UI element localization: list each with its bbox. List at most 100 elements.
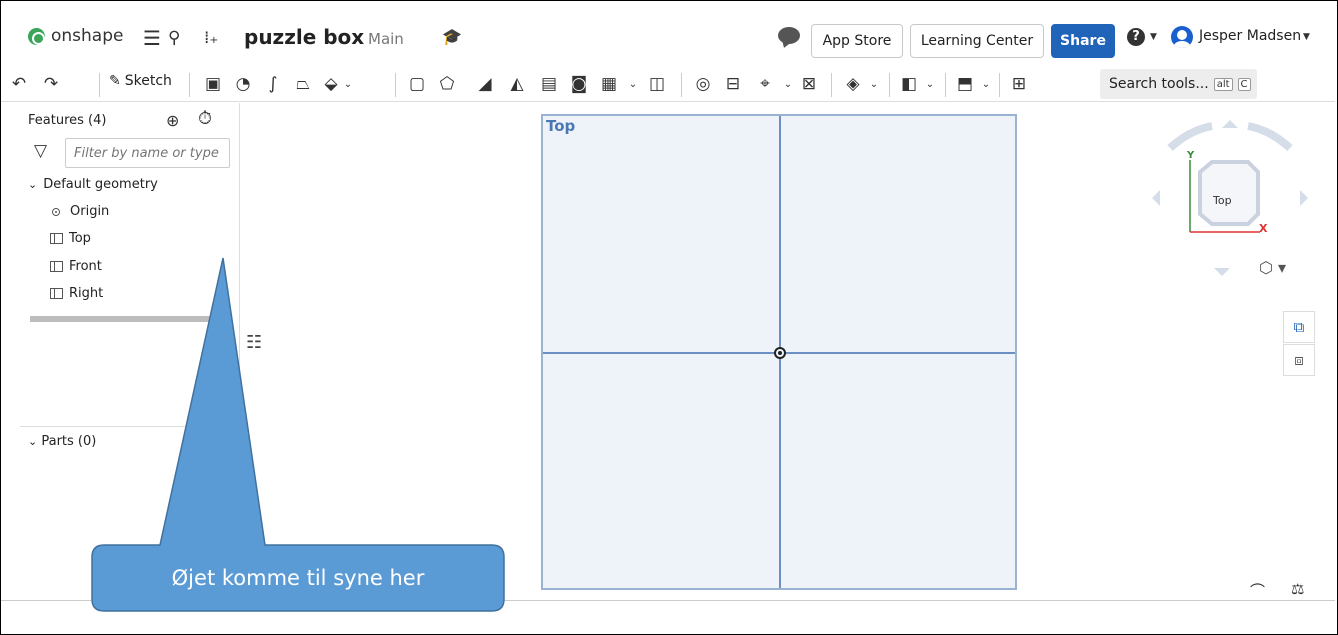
tree-item-label: Top	[69, 231, 91, 246]
default-geometry-label: Default geometry	[43, 177, 158, 192]
feature-list-panel: Features (4) ⊕ ⏱ ▽ ⌄ Default geometry Or…	[20, 103, 240, 598]
view-cube[interactable]: Top Y X	[1140, 110, 1320, 290]
feature-toolbar: ↶ ↷ ✎ Sketch ▣ ◔ ∫ ⏢ ⬙ ⌄ ▢ ⬠ ◢ ◭ ▤ ◙ ▦ ⌄…	[1, 66, 1335, 102]
mass-properties-icon[interactable]: ⚖	[1291, 580, 1304, 598]
measure-icon[interactable]: ⌒	[1250, 580, 1265, 601]
chevron-down-icon[interactable]: ⌄	[867, 71, 881, 97]
modify-fillet-icon[interactable]: ◈	[841, 71, 865, 97]
draft-icon[interactable]: ◢	[473, 71, 497, 97]
features-title: Features (4)	[28, 113, 107, 128]
default-geometry-group[interactable]: ⌄ Default geometry	[28, 177, 158, 192]
rib-icon[interactable]: ◭	[505, 71, 529, 97]
fillet-icon[interactable]: ▢	[405, 71, 429, 97]
chevron-down-icon[interactable]: ⌄	[28, 178, 37, 191]
chevron-down-icon[interactable]: ⌄	[923, 71, 937, 97]
sketch-label: Sketch	[124, 73, 172, 89]
chevron-down-icon: ⌄	[28, 435, 38, 448]
chamfer-icon[interactable]: ⬠	[435, 71, 459, 97]
tree-item-front[interactable]: Front	[50, 259, 102, 274]
app-store-button[interactable]: App Store	[811, 24, 903, 58]
filter-icon[interactable]: ▽	[34, 141, 47, 161]
toolbar-divider	[889, 73, 890, 97]
feature-list-icon[interactable]: ⚲	[168, 26, 180, 50]
toolbar-divider	[999, 73, 1000, 97]
help-icon[interactable]: ?	[1127, 28, 1145, 46]
document-branch[interactable]: Main	[368, 30, 404, 48]
loft-icon[interactable]: ⏢	[291, 71, 315, 97]
display-mode-icon[interactable]: ⧉	[1283, 311, 1315, 343]
transform-icon[interactable]: ⌖	[753, 71, 777, 97]
top-header: onshape ☰ ⚲ ⁞₊ puzzle box Main 🎓 App Sto…	[1, 18, 1335, 64]
parts-title: Parts (0)	[41, 434, 97, 449]
search-tools-button[interactable]: Search tools... alt C	[1100, 69, 1257, 99]
view-cube-face-label: Top	[1213, 194, 1232, 207]
search-tools-label: Search tools...	[1109, 76, 1209, 92]
plane-icon	[50, 233, 63, 244]
share-button[interactable]: Share	[1051, 24, 1115, 58]
toolbar-divider	[831, 73, 832, 97]
redo-icon[interactable]: ↷	[41, 71, 61, 97]
undo-icon[interactable]: ↶	[9, 71, 29, 97]
toolbar-divider	[681, 73, 682, 97]
y-axis-label: Y	[1187, 150, 1195, 161]
mirror-icon[interactable]: ◫	[645, 71, 669, 97]
learning-icon[interactable]: 🎓	[442, 27, 462, 46]
plane-icon	[50, 261, 63, 272]
view-options-cube-icon[interactable]: ⬡ ▾	[1259, 258, 1286, 277]
user-menu-chevron-icon[interactable]: ▼	[1303, 32, 1310, 42]
logo-text: onshape	[51, 26, 124, 46]
extrude-icon[interactable]: ▣	[201, 71, 225, 97]
tree-item-label: Origin	[70, 204, 110, 219]
origin-icon	[52, 207, 60, 216]
hamburger-menu-icon[interactable]: ☰	[143, 26, 161, 50]
shortcut-key: C	[1237, 77, 1251, 91]
panel-resize-handle[interactable]	[30, 316, 230, 322]
section-view-icon[interactable]: ⧈	[1283, 344, 1315, 376]
sketch-button[interactable]: ✎ Sketch	[109, 73, 172, 89]
hole-icon[interactable]: ◙	[567, 71, 591, 97]
add-folder-icon[interactable]: ⊕	[166, 111, 179, 130]
filter-input[interactable]	[65, 138, 230, 168]
tree-item-label: Right	[69, 286, 104, 301]
toolbar-divider	[945, 73, 946, 97]
tree-item-label: Front	[69, 259, 102, 274]
onshape-logo-icon	[28, 27, 45, 45]
chevron-down-icon[interactable]: ▼	[1150, 32, 1157, 42]
thicken-icon[interactable]: ⬙	[319, 71, 343, 97]
comments-icon[interactable]	[778, 27, 800, 44]
parts-divider	[20, 426, 240, 427]
chevron-down-icon[interactable]: ⌄	[626, 71, 640, 97]
shortcut-alt: alt	[1213, 77, 1233, 91]
plane-label: Top	[546, 117, 576, 135]
chevron-down-icon[interactable]: ⌄	[781, 71, 795, 97]
plane-tool-icon[interactable]: ◧	[897, 71, 921, 97]
rollback-timer-icon[interactable]: ⏱	[198, 108, 212, 129]
chevron-down-icon[interactable]: ⌄	[341, 71, 355, 97]
revolve-icon[interactable]: ◔	[231, 71, 255, 97]
tree-item-origin[interactable]: Origin	[50, 204, 109, 219]
user-name[interactable]: Jesper Madsen	[1199, 28, 1301, 44]
pencil-icon: ✎	[109, 73, 121, 89]
shell-icon[interactable]: ▤	[537, 71, 561, 97]
split-icon[interactable]: ⊟	[721, 71, 745, 97]
boolean-icon[interactable]: ◎	[691, 71, 715, 97]
chevron-down-icon[interactable]: ⌄	[979, 71, 993, 97]
plane-icon	[50, 288, 63, 299]
tree-item-top[interactable]: Top	[50, 231, 91, 246]
toolbar-divider	[395, 73, 396, 97]
add-custom-feature-icon[interactable]: ⊞	[1007, 71, 1031, 97]
onshape-logo[interactable]: onshape	[28, 26, 123, 46]
learning-center-button[interactable]: Learning Center	[910, 24, 1044, 58]
toolbar-divider	[99, 73, 100, 97]
top-plane[interactable]: Top	[541, 114, 1017, 590]
sheet-metal-icon[interactable]: ⬒	[953, 71, 977, 97]
tree-item-right[interactable]: Right	[50, 286, 103, 301]
delete-part-icon[interactable]: ⊠	[797, 71, 821, 97]
feature-list-toggle-icon[interactable]: ☷	[246, 332, 262, 353]
origin-point[interactable]	[774, 347, 786, 359]
insert-icon[interactable]: ⁞₊	[204, 26, 218, 50]
parts-group[interactable]: ⌄ Parts (0)	[28, 434, 96, 449]
pattern-icon[interactable]: ▦	[597, 71, 621, 97]
user-avatar[interactable]	[1171, 26, 1193, 48]
sweep-icon[interactable]: ∫	[261, 71, 285, 97]
